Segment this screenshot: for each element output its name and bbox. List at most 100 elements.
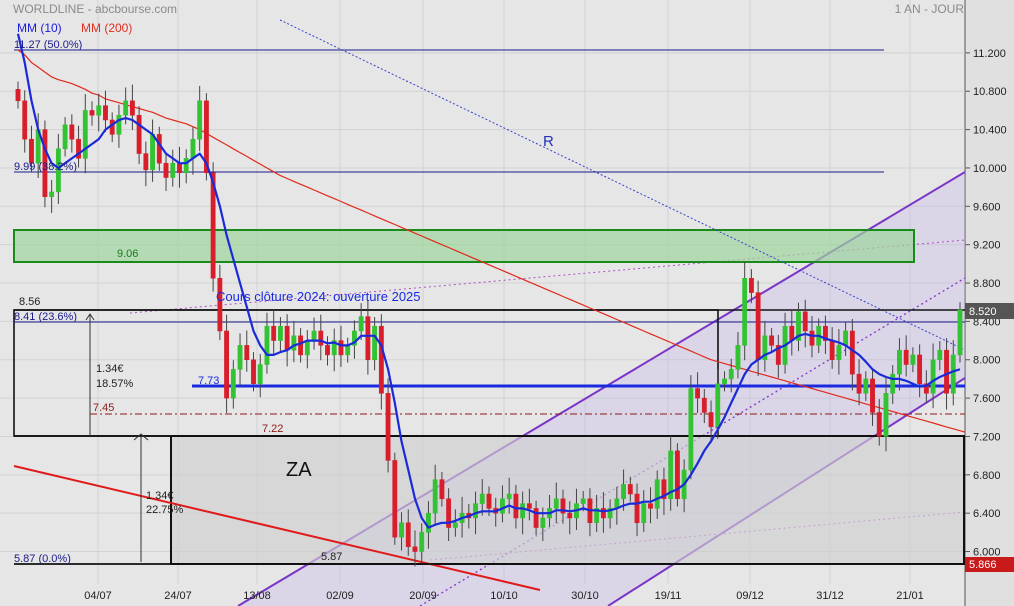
- candle-body: [748, 277, 754, 293]
- fib-label-50: 11.27 (50.0%): [14, 39, 82, 51]
- ticker-source: WORLDLINE - abcbourse.com: [13, 2, 177, 16]
- candle-body: [103, 105, 108, 121]
- x-tick-label: 31/12: [816, 590, 844, 602]
- candle-body: [950, 354, 956, 394]
- legend-mm10: MM (10): [17, 21, 62, 35]
- candle-body: [621, 484, 626, 500]
- fib-label-382: 9.99 (38.2%): [14, 161, 77, 173]
- candle-body: [325, 345, 330, 356]
- resistance-zone-906: [13, 229, 915, 263]
- candle-body: [937, 349, 943, 360]
- candle-body: [728, 369, 734, 380]
- candle-body: [96, 105, 102, 116]
- x-tick-label: 24/07: [164, 590, 192, 602]
- x-tick-label: 02/09: [326, 590, 354, 602]
- candle-body: [917, 354, 923, 384]
- candle-body: [116, 114, 122, 135]
- candle-body: [533, 508, 539, 528]
- candle-body: [69, 124, 75, 140]
- candle-body: [257, 364, 263, 384]
- candle-body: [735, 345, 741, 370]
- period-label: 1 AN - JOUR: [895, 2, 965, 16]
- candle-body: [944, 349, 949, 394]
- y-tick-label: 10.800: [973, 86, 1007, 98]
- candle-body: [224, 330, 230, 399]
- y-tick-label: 6.400: [973, 508, 1001, 520]
- zone-906-label: 9.06: [117, 248, 138, 260]
- candle-body: [540, 517, 546, 528]
- y-tick-label: 10.000: [973, 163, 1007, 175]
- candle-body: [22, 100, 28, 140]
- candle-body: [284, 325, 290, 351]
- x-tick-label: 30/10: [571, 590, 599, 602]
- candle-body: [217, 277, 223, 332]
- candle-body: [486, 493, 492, 509]
- candle-body: [89, 110, 95, 116]
- candle-body: [473, 503, 478, 519]
- candle-body: [129, 100, 135, 116]
- candle-body: [755, 292, 761, 360]
- low-price-text: 5.866: [969, 559, 997, 571]
- candle-body: [163, 162, 169, 178]
- y-tick-label: 6.000: [973, 547, 1001, 559]
- candle-body: [513, 493, 519, 519]
- r-label: R: [543, 133, 554, 150]
- y-tick-label: 7.200: [973, 431, 1001, 443]
- y-tick-label: 7.600: [973, 393, 1001, 405]
- candle-body: [654, 479, 660, 509]
- candle-body: [358, 316, 364, 332]
- candle-body: [870, 378, 875, 413]
- candle-body: [957, 309, 963, 356]
- legend-mm200: MM (200): [81, 21, 132, 35]
- candle-body: [385, 393, 391, 461]
- candle-body: [674, 450, 680, 500]
- candle-body: [567, 512, 573, 519]
- candle-body: [883, 393, 889, 437]
- candle-body: [264, 325, 270, 365]
- candle-body: [897, 349, 902, 375]
- candle-body: [809, 330, 815, 346]
- x-tick-label: 21/01: [896, 590, 924, 602]
- candle-body: [170, 162, 176, 178]
- candle-body: [715, 383, 721, 428]
- candle-body: [156, 134, 162, 164]
- candle-body: [143, 153, 149, 171]
- candle-body: [338, 340, 344, 356]
- candle-body: [304, 340, 310, 356]
- candle-body: [298, 335, 304, 356]
- candle-body: [708, 412, 714, 428]
- candle-body: [29, 138, 34, 164]
- candle-body: [49, 191, 55, 197]
- candle-body: [843, 330, 849, 346]
- candle-body: [600, 508, 606, 519]
- measure2-value: 1.34€: [146, 490, 174, 502]
- y-tick-label: 11.200: [973, 48, 1006, 60]
- candle-body: [345, 345, 351, 356]
- candle-body: [426, 512, 431, 533]
- candle-body: [802, 311, 808, 332]
- candle-body: [903, 349, 909, 365]
- candle-body: [500, 498, 505, 514]
- candle-body: [634, 493, 640, 524]
- candle-body: [311, 330, 317, 341]
- candle-body: [432, 479, 438, 514]
- candle-body: [648, 503, 653, 509]
- candle-body: [742, 277, 748, 346]
- candle-body: [856, 373, 862, 394]
- y-tick-label: 10.400: [973, 125, 1007, 137]
- candle-body: [271, 325, 277, 341]
- x-tick-label: 04/07: [84, 590, 112, 602]
- za-zone: [170, 435, 965, 565]
- candle-body: [150, 134, 155, 171]
- candle-body: [722, 378, 727, 384]
- candle-body: [392, 460, 398, 538]
- measure2-pct: 22.75%: [146, 504, 184, 516]
- x-tick-label: 19/11: [655, 590, 682, 602]
- candle-body: [62, 124, 68, 150]
- y-tick-label: 8.000: [973, 355, 1001, 367]
- candle-body: [863, 378, 869, 394]
- candle-body: [910, 354, 916, 365]
- candle-body: [318, 330, 324, 346]
- candle-body: [15, 89, 21, 102]
- level-722-label: 7.22: [262, 423, 283, 435]
